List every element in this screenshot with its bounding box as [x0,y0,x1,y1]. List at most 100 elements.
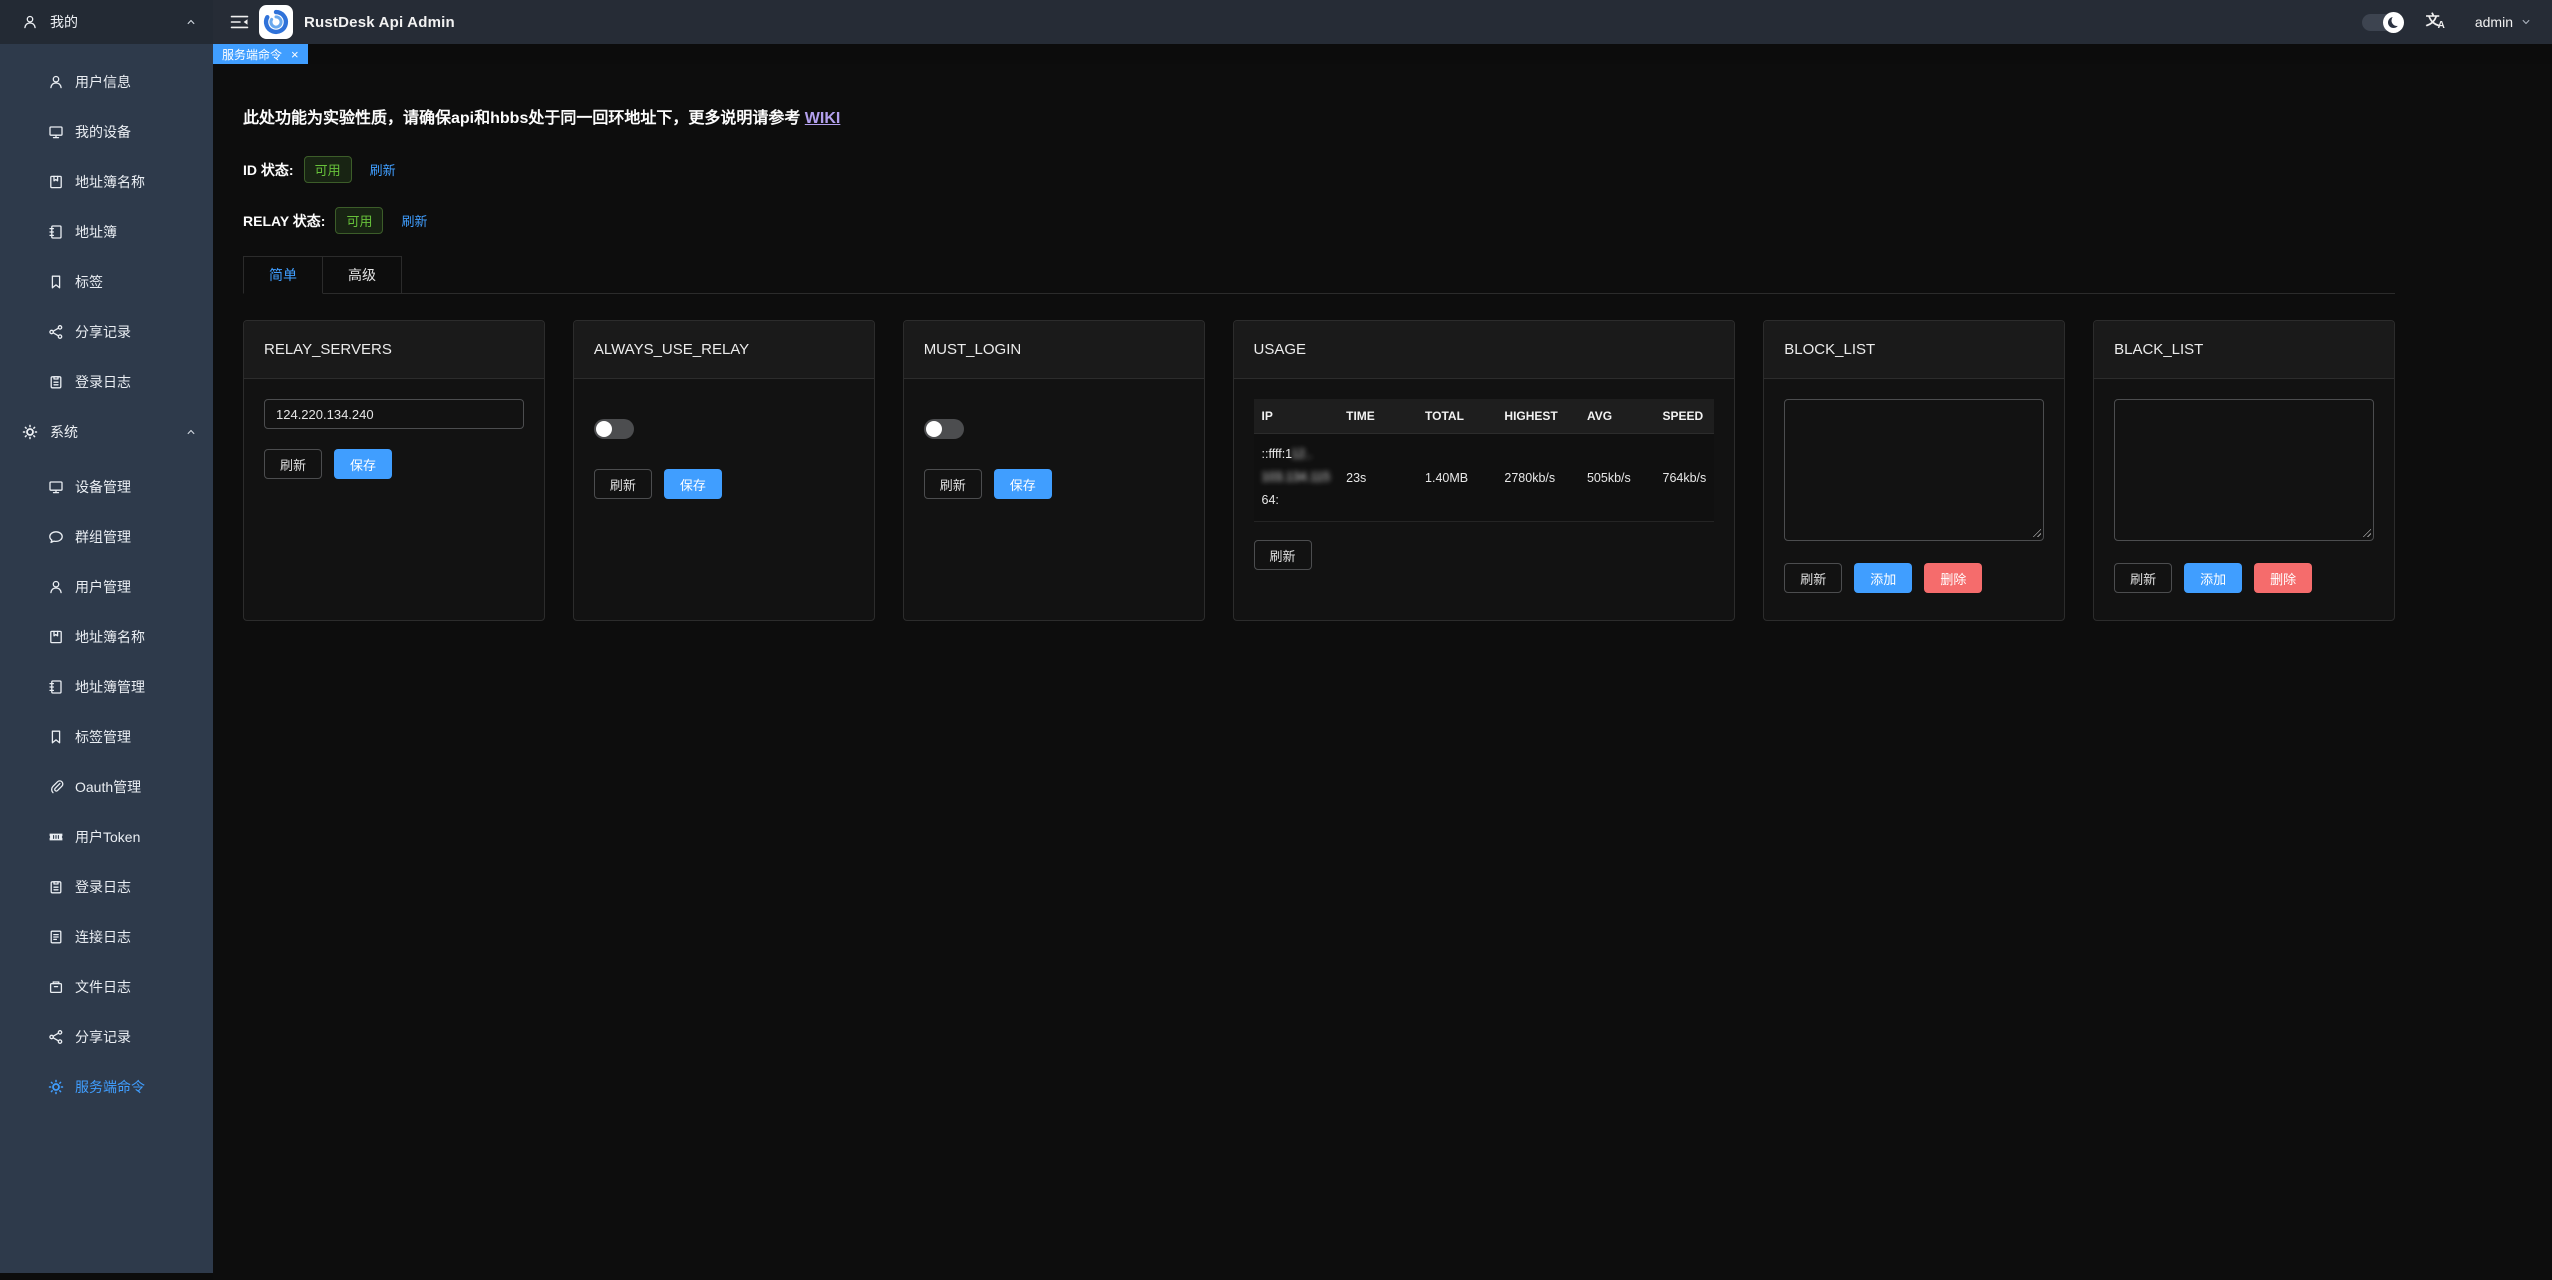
card-relay-servers: RELAY_SERVERS 刷新 保存 [243,320,545,621]
id-refresh-link[interactable]: 刷新 [370,160,396,179]
sidebar-menu-my: 用户信息 我的设备 地址簿名称 地址簿 标签 分享记录 登录日志 [0,57,213,407]
sidebar-group-my[interactable]: 我的 [0,0,213,44]
sidebar-item-login-logs[interactable]: 登录日志 [0,862,213,912]
main-content: 此处功能为实验性质，请确保api和hbbs处于同一回环地址下，更多说明请参考 W… [213,64,2552,1280]
col-ip: IP [1254,399,1339,434]
book-icon [48,174,64,190]
black-list-refresh-button[interactable]: 刷新 [2114,563,2172,593]
relay-status-row: RELAY 状态: 可用 刷新 [243,207,2395,234]
bookmark-icon [48,274,64,290]
sidebar-item-connection-logs[interactable]: 连接日志 [0,912,213,962]
usage-avg-cell: 505kb/s [1579,434,1655,522]
sidebar-item-tags[interactable]: 标签 [0,257,213,307]
usage-ip-cell: ::ffff:112.. 103.134.115 64: [1254,434,1339,522]
relay-save-button[interactable]: 保存 [334,449,392,479]
notebook-icon [48,679,64,695]
sidebar-item-file-logs[interactable]: 文件日志 [0,962,213,1012]
chat-icon [48,529,64,545]
tab-advanced[interactable]: 高级 [323,256,402,294]
sidebar-item-oauth-management[interactable]: Oauth管理 [0,762,213,812]
black-list-textarea[interactable] [2114,399,2374,541]
card-title: USAGE [1234,321,1735,379]
block-list-delete-button[interactable]: 删除 [1924,563,1982,593]
always-use-relay-refresh-button[interactable]: 刷新 [594,469,652,499]
book-icon [48,629,64,645]
sidebar-item-server-commands[interactable]: 服务端命令 [0,1062,213,1112]
relay-refresh-button[interactable]: 刷新 [264,449,322,479]
monitor-icon [48,479,64,495]
ticket-icon [48,829,64,845]
share-icon [48,324,64,340]
user-menu[interactable]: admin [2475,14,2513,30]
chevron-up-icon[interactable] [185,16,197,28]
topbar-right: 文A admin [2362,13,2532,31]
document-icon [48,929,64,945]
notebook-icon [48,224,64,240]
tab-simple[interactable]: 简单 [243,256,323,294]
always-use-relay-save-button[interactable]: 保存 [664,469,722,499]
card-always-use-relay: ALWAYS_USE_RELAY 刷新 保存 [573,320,875,621]
collapse-sidebar-icon[interactable] [230,14,249,30]
usage-time-cell: 23s [1338,434,1417,522]
always-use-relay-toggle[interactable] [594,419,634,439]
share-icon [48,1029,64,1045]
block-list-refresh-button[interactable]: 刷新 [1784,563,1842,593]
card-title: BLOCK_LIST [1764,321,2064,379]
monitor-icon [48,124,64,140]
sidebar-item-address-book-management[interactable]: 地址簿管理 [0,662,213,712]
sidebar-item-user-management[interactable]: 用户管理 [0,562,213,612]
must-login-save-button[interactable]: 保存 [994,469,1052,499]
sidebar-item-tag-management[interactable]: 标签管理 [0,712,213,762]
id-status-label: ID 状态: [243,160,294,180]
block-list-add-button[interactable]: 添加 [1854,563,1912,593]
sidebar-item-my-devices[interactable]: 我的设备 [0,107,213,157]
close-icon[interactable]: × [291,48,299,61]
box-icon [48,979,64,995]
dark-mode-toggle[interactable] [2362,14,2402,31]
topbar: RustDesk Api Admin 文A admin [213,0,2552,44]
sidebar-group-system[interactable]: 系统 [0,407,213,457]
relay-status-label: RELAY 状态: [243,211,325,231]
relay-servers-input[interactable] [264,399,524,429]
sidebar-item-login-logs[interactable]: 登录日志 [0,357,213,407]
id-status-badge: 可用 [304,156,352,183]
sidebar-item-group-management[interactable]: 群组管理 [0,512,213,562]
relay-status-badge: 可用 [335,207,383,234]
sidebar-item-address-book-names[interactable]: 地址簿名称 [0,157,213,207]
col-highest: HIGHEST [1496,399,1579,434]
clipboard-icon [48,374,64,390]
card-usage: USAGE IP TIME TOTAL HIGHEST AVG SPEED [1233,320,1736,621]
usage-table: IP TIME TOTAL HIGHEST AVG SPEED ::ffff:1… [1254,399,1715,522]
gear-icon [48,1079,64,1095]
sidebar-item-share-records[interactable]: 分享记录 [0,307,213,357]
card-title: RELAY_SERVERS [244,321,544,379]
card-black-list: BLACK_LIST 刷新 添加 删除 [2093,320,2395,621]
moon-icon [2388,17,2399,28]
black-list-add-button[interactable]: 添加 [2184,563,2242,593]
usage-refresh-button[interactable]: 刷新 [1254,540,1312,570]
app-title: RustDesk Api Admin [304,14,455,31]
relay-refresh-link[interactable]: 刷新 [401,211,427,230]
black-list-delete-button[interactable]: 删除 [2254,563,2312,593]
card-must-login: MUST_LOGIN 刷新 保存 [903,320,1205,621]
paperclip-icon [48,779,64,795]
person-icon [48,74,64,90]
sidebar-item-address-book-names[interactable]: 地址簿名称 [0,612,213,662]
sidebar-item-user-info[interactable]: 用户信息 [0,57,213,107]
tab-server-commands[interactable]: 服务端命令 × [213,44,308,64]
must-login-toggle[interactable] [924,419,964,439]
block-list-textarea[interactable] [1784,399,2044,541]
sidebar-item-address-book[interactable]: 地址簿 [0,207,213,257]
translate-icon[interactable]: 文A [2426,13,2445,31]
person-icon [48,579,64,595]
sidebar-group-system-label: 系统 [50,422,78,442]
must-login-refresh-button[interactable]: 刷新 [924,469,982,499]
chevron-up-icon[interactable] [185,426,197,438]
sidebar-item-user-token[interactable]: 用户Token [0,812,213,862]
sidebar-menu-system: 设备管理 群组管理 用户管理 地址簿名称 地址簿管理 标签管理 Oauth管理 … [0,462,213,1112]
chevron-down-icon[interactable] [2520,16,2532,28]
sidebar-item-share-records[interactable]: 分享记录 [0,1012,213,1062]
col-time: TIME [1338,399,1417,434]
wiki-link[interactable]: WIKI [805,110,841,127]
sidebar-item-device-management[interactable]: 设备管理 [0,462,213,512]
